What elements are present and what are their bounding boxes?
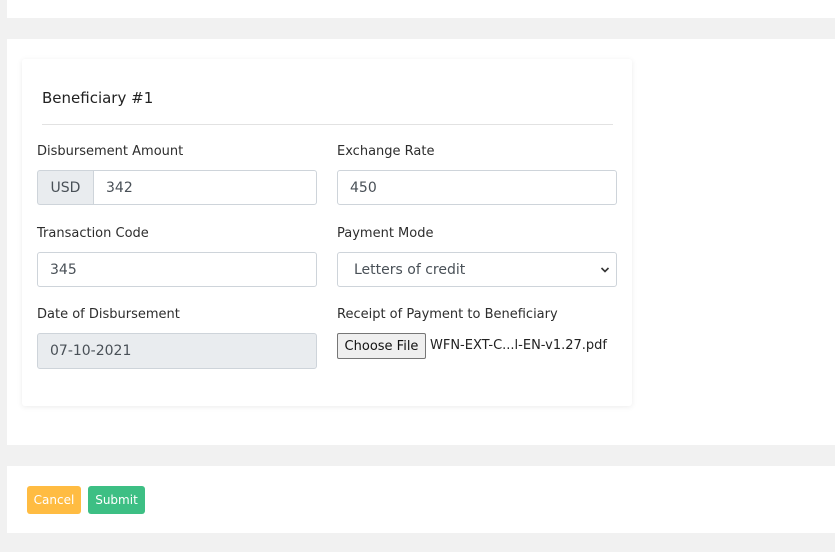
date-of-disbursement-input: 07-10-2021	[37, 333, 317, 369]
submit-button[interactable]: Submit	[88, 486, 145, 514]
cancel-button[interactable]: Cancel	[27, 486, 81, 514]
payment-mode-selected: Letters of credit	[354, 261, 466, 278]
payment-mode-label: Payment Mode	[337, 226, 434, 241]
disbursement-amount-input[interactable]: 342	[93, 170, 317, 205]
selected-file-name: WFN-EXT-C...l-EN-v1.27.pdf	[430, 338, 607, 353]
transaction-code-input[interactable]: 345	[37, 252, 317, 287]
card-divider	[42, 124, 613, 125]
exchange-rate-label: Exchange Rate	[337, 144, 435, 159]
receipt-label: Receipt of Payment to Beneficiary	[337, 307, 558, 322]
top-panel	[7, 0, 835, 18]
chevron-down-icon	[600, 266, 610, 273]
choose-file-button[interactable]: Choose File	[337, 333, 426, 359]
date-of-disbursement-label: Date of Disbursement	[37, 307, 180, 322]
exchange-rate-input[interactable]: 450	[337, 170, 617, 205]
payment-mode-select[interactable]: Letters of credit	[337, 252, 617, 287]
currency-addon: USD	[37, 170, 93, 205]
transaction-code-label: Transaction Code	[37, 226, 149, 241]
disbursement-amount-label: Disbursement Amount	[37, 144, 184, 159]
beneficiary-title: Beneficiary #1	[42, 89, 154, 107]
